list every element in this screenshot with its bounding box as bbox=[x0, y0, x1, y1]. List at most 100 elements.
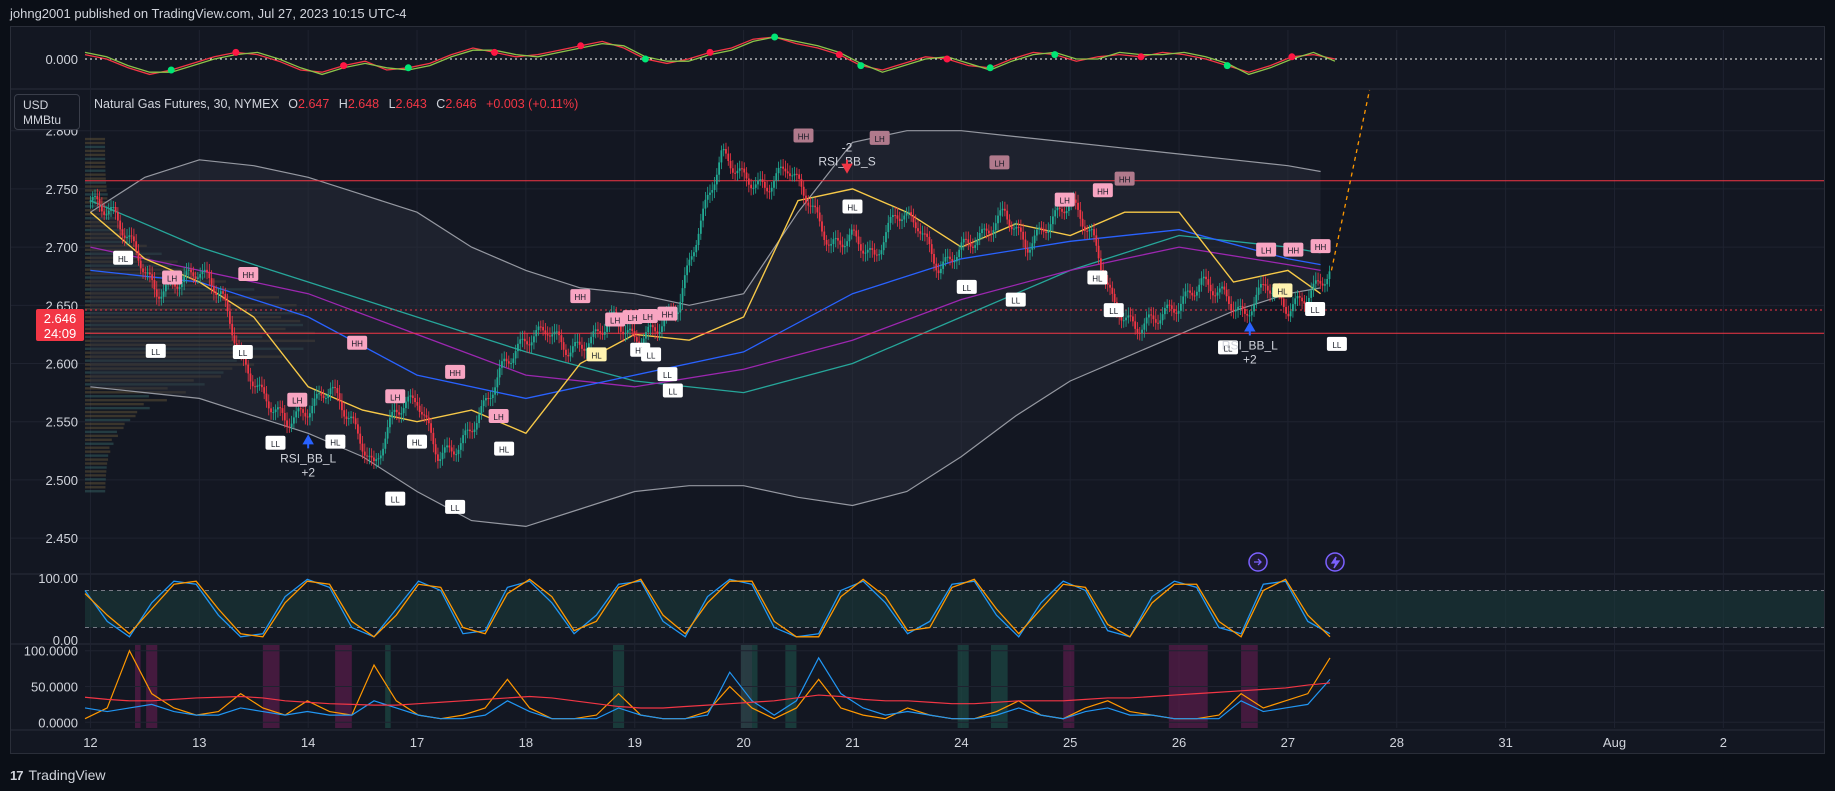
candle-body bbox=[148, 272, 151, 275]
pivot-label: LH bbox=[385, 389, 406, 404]
candle-body bbox=[533, 336, 535, 343]
candle-body bbox=[571, 346, 574, 353]
x-tick-label: 13 bbox=[192, 735, 206, 750]
candle-body bbox=[553, 331, 556, 335]
candle-body bbox=[1262, 284, 1265, 286]
pivot-label: HL bbox=[586, 347, 607, 362]
candle-body bbox=[907, 212, 910, 214]
pivot-label-text: LH bbox=[390, 393, 400, 402]
candle-body bbox=[889, 217, 892, 223]
candle-body bbox=[761, 179, 764, 182]
x-tick-label: 28 bbox=[1390, 735, 1404, 750]
candle-body bbox=[512, 358, 515, 364]
candle-body bbox=[1093, 229, 1095, 236]
pivot-label: HL bbox=[325, 434, 346, 449]
candle-body bbox=[443, 447, 446, 453]
candle-body bbox=[1296, 296, 1299, 299]
candle-body bbox=[405, 401, 407, 409]
candle-body bbox=[267, 401, 270, 409]
candle-body bbox=[903, 215, 906, 220]
candle-body bbox=[183, 275, 186, 283]
volume-profile-bar bbox=[85, 185, 107, 188]
candle-body bbox=[905, 212, 908, 216]
candle-body bbox=[329, 388, 332, 394]
candle-body bbox=[974, 245, 977, 248]
candle-body bbox=[377, 458, 380, 460]
pivot-label-text: LL bbox=[151, 348, 160, 357]
flash-event-icon[interactable] bbox=[1325, 552, 1345, 572]
candle-body bbox=[1241, 305, 1244, 309]
pivot-label: LL bbox=[145, 343, 166, 358]
candle-body bbox=[496, 377, 499, 388]
candle-body bbox=[773, 180, 775, 188]
candle-body bbox=[848, 234, 851, 242]
candle-body bbox=[635, 337, 638, 342]
candle-body bbox=[1182, 296, 1185, 304]
candle-body bbox=[164, 284, 167, 292]
candle-body bbox=[1113, 293, 1116, 303]
candle-body bbox=[1196, 291, 1198, 296]
candle-body bbox=[1328, 271, 1331, 279]
chart-canvas[interactable]: HH LHHLLHHHLHHHHLLLLLLLLH HH HHHLLLLL LLHLLH… bbox=[0, 0, 1835, 791]
candle-body bbox=[738, 168, 741, 171]
candle-body bbox=[366, 455, 368, 457]
candle-body bbox=[914, 222, 917, 229]
candle-body bbox=[1129, 315, 1132, 317]
signal-annotation-text: +2 bbox=[301, 465, 315, 479]
candle-body bbox=[928, 236, 931, 245]
currency-unit-button[interactable]: USD MMBtu bbox=[14, 94, 80, 130]
candle-body bbox=[752, 187, 755, 189]
symbol-legend[interactable]: Natural Gas Futures, 30, NYMEX O2.647 H2… bbox=[94, 97, 578, 111]
candle-body bbox=[1010, 226, 1013, 230]
candle-body bbox=[1145, 317, 1148, 324]
candle-body bbox=[231, 323, 234, 336]
candle-body bbox=[464, 430, 467, 436]
current-price: 2.646 bbox=[43, 311, 77, 326]
candle-body bbox=[873, 249, 876, 255]
candle-body bbox=[247, 364, 250, 374]
candle-body bbox=[702, 208, 705, 221]
pivot-label: LH bbox=[488, 409, 509, 424]
pivot-label-text: LL bbox=[1332, 341, 1341, 350]
candle-body bbox=[418, 405, 421, 412]
candle-body bbox=[315, 393, 318, 399]
candle-body bbox=[1131, 316, 1134, 322]
candle-body bbox=[985, 228, 988, 231]
candle-body bbox=[1324, 284, 1326, 286]
candle-body bbox=[978, 233, 981, 240]
candle-body bbox=[94, 196, 96, 198]
candle-body bbox=[421, 411, 423, 415]
candle-body bbox=[325, 398, 327, 400]
volume-profile-bar bbox=[85, 157, 106, 161]
candle-body bbox=[430, 423, 432, 433]
candle-body bbox=[210, 278, 213, 286]
candle-body bbox=[265, 393, 268, 402]
pivot-label-text: LL bbox=[1109, 307, 1118, 316]
pivot-label-text: HL bbox=[847, 204, 858, 213]
candle-body bbox=[98, 199, 101, 206]
candle-body bbox=[1152, 315, 1155, 320]
candle-body bbox=[1230, 303, 1233, 310]
pivot-label: HH bbox=[1092, 183, 1113, 198]
y-tick-label: 2.550 bbox=[45, 415, 78, 430]
forward-event-icon[interactable] bbox=[1248, 552, 1268, 572]
candle-body bbox=[475, 423, 478, 430]
stoch-y-label: 100.00 bbox=[38, 571, 78, 586]
candle-body bbox=[875, 254, 878, 256]
candle-body bbox=[160, 296, 163, 299]
volume-profile-bar bbox=[85, 422, 125, 426]
candle-body bbox=[437, 454, 439, 461]
candle-body bbox=[350, 416, 352, 419]
candle-body bbox=[1008, 219, 1011, 227]
candle-body bbox=[629, 328, 631, 331]
candle-body bbox=[215, 292, 218, 296]
pivot-label: HH bbox=[1114, 171, 1135, 186]
volume-profile-bar bbox=[85, 462, 108, 465]
candle-body bbox=[370, 455, 373, 458]
candle-body bbox=[203, 269, 206, 272]
pivot-label: LL bbox=[385, 491, 406, 506]
candle-body bbox=[402, 408, 405, 414]
candle-body bbox=[782, 166, 785, 169]
footer[interactable]: 17 TradingView bbox=[10, 766, 106, 784]
open-value: 2.647 bbox=[298, 97, 330, 111]
